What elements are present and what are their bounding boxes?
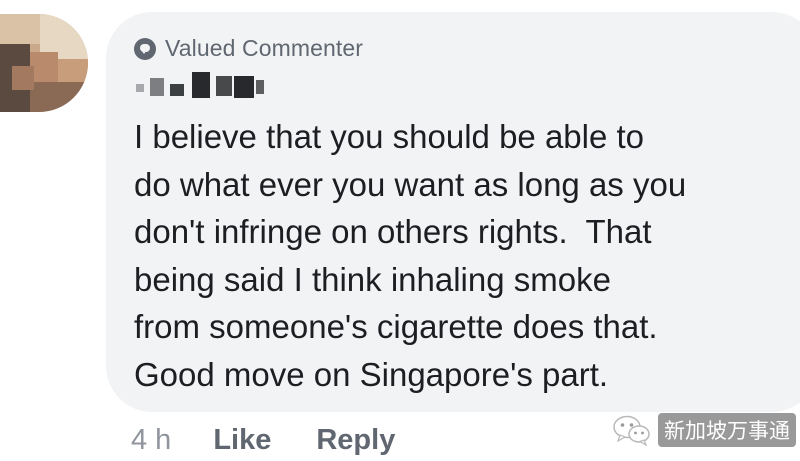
valued-commenter-badge: Valued Commenter	[134, 35, 363, 62]
comment-timestamp[interactable]: 4 h	[131, 424, 171, 457]
wechat-icon	[612, 413, 652, 447]
comment-text: I believe that you should be able to do …	[134, 118, 687, 393]
like-button[interactable]: Like	[213, 424, 271, 457]
badge-label: Valued Commenter	[165, 35, 364, 61]
watermark: 新加坡万事通	[612, 410, 796, 450]
comment-bubble-icon	[134, 37, 156, 60]
avatar[interactable]	[0, 14, 88, 112]
comment-actions: 4 h Like Reply	[131, 420, 395, 460]
reply-button[interactable]: Reply	[316, 424, 395, 457]
watermark-text: 新加坡万事通	[658, 413, 796, 447]
comment-screenshot: Valued Commenter I believe that you shou…	[0, 0, 800, 461]
author-name-redacted[interactable]	[134, 72, 334, 100]
